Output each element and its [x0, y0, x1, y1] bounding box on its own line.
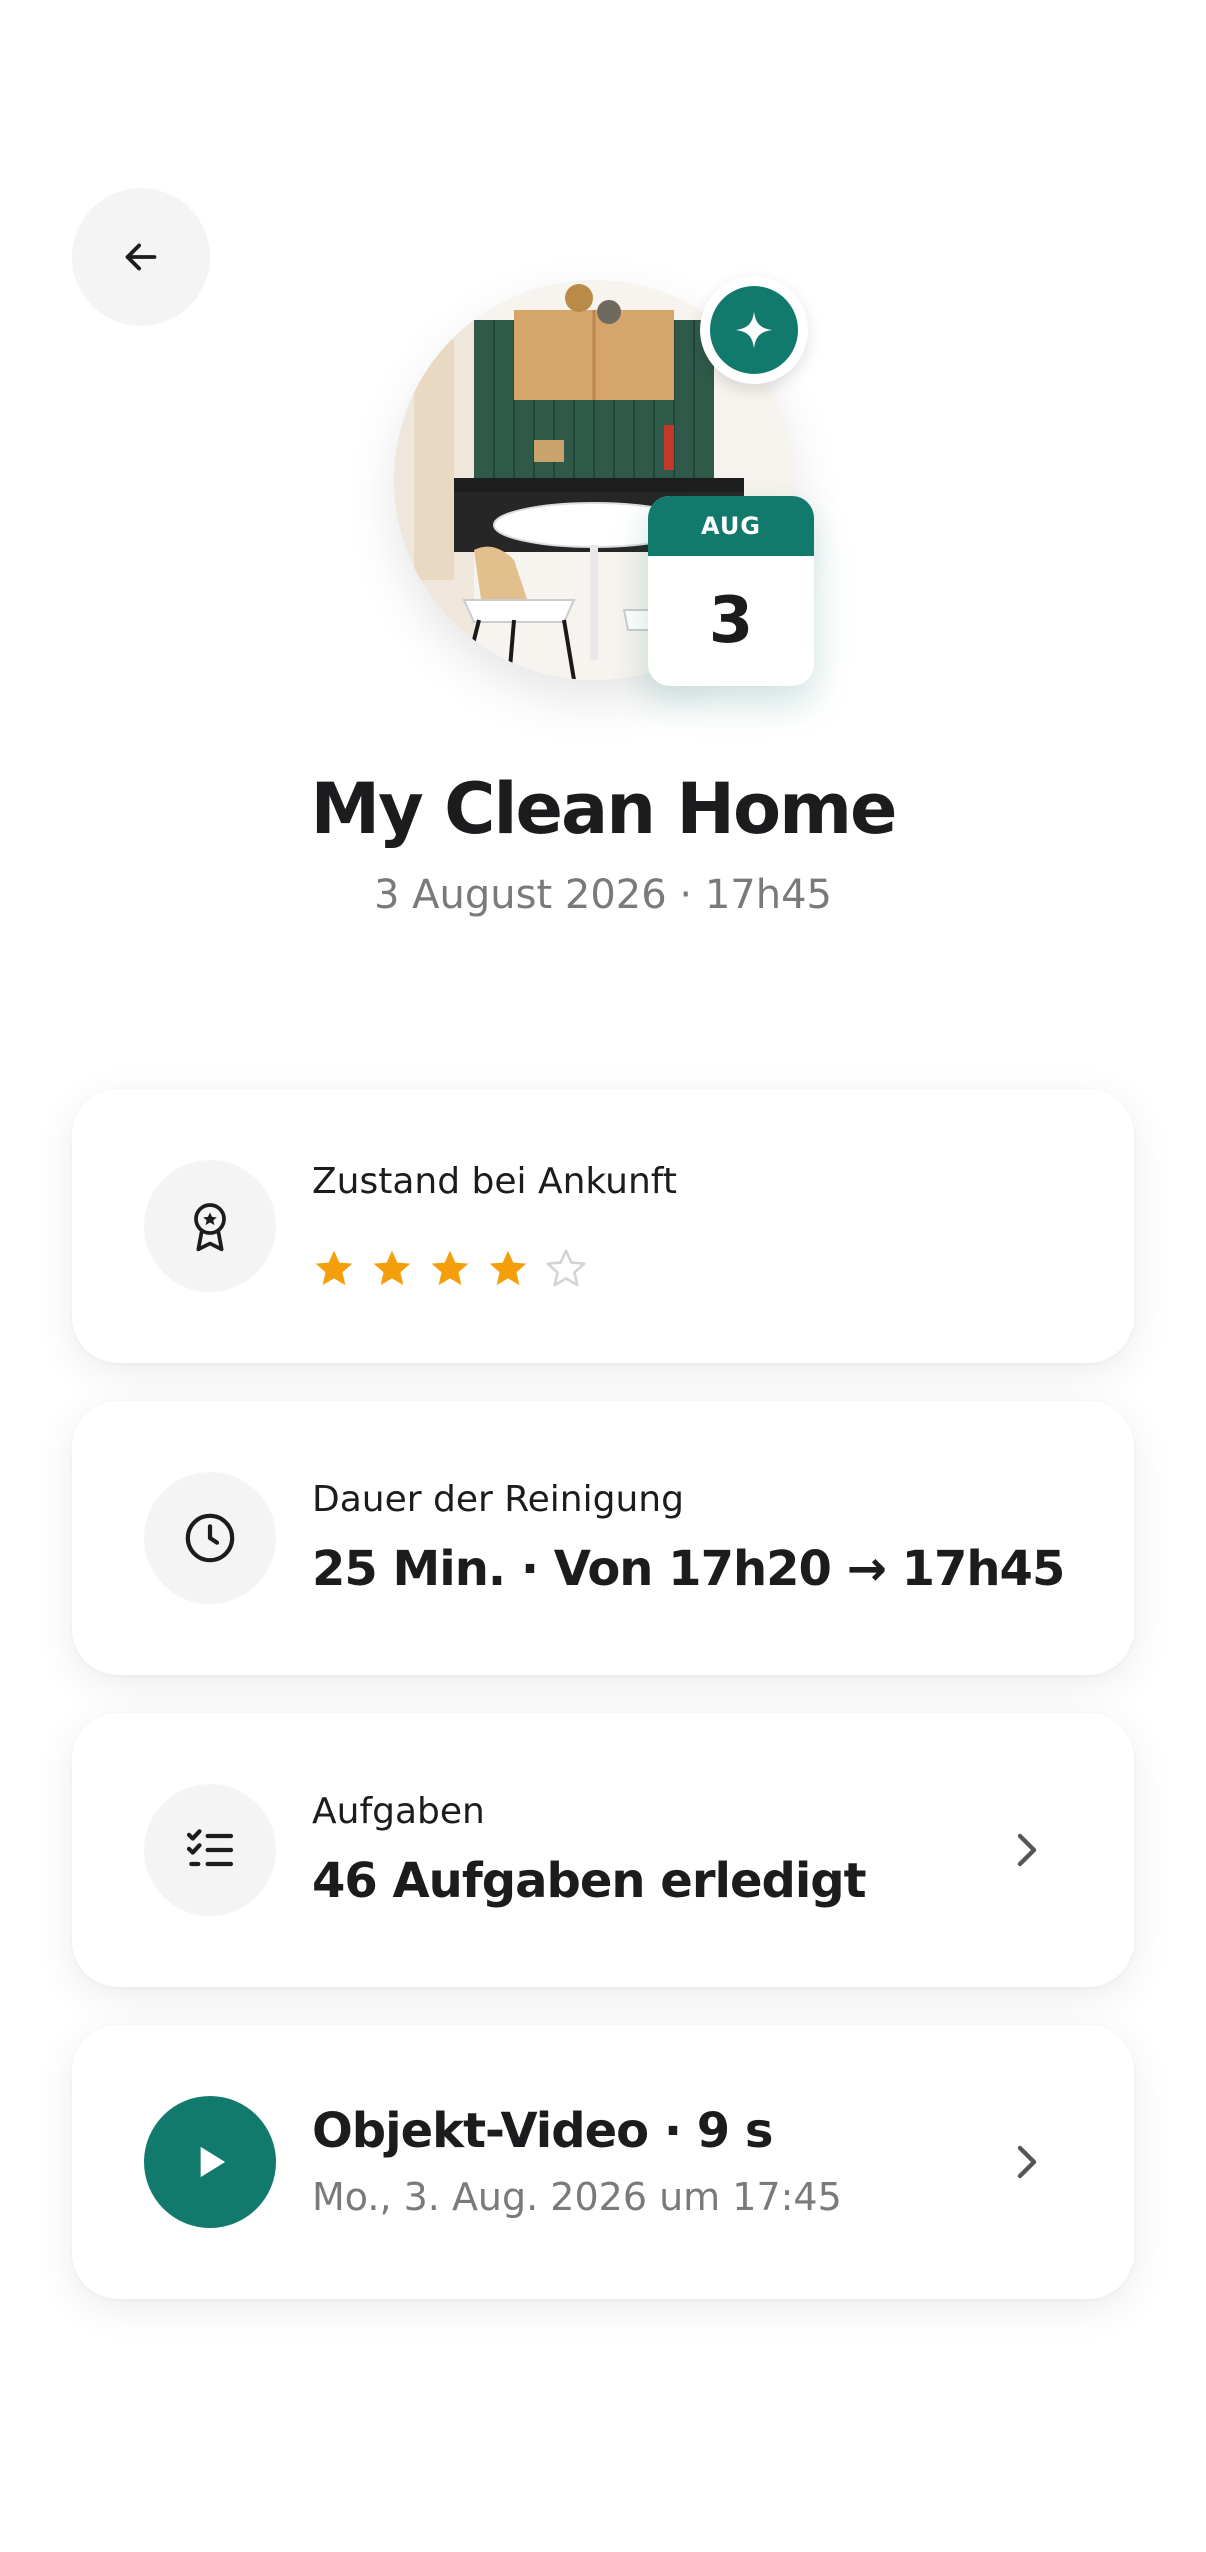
award-ribbon-icon: [194, 1203, 226, 1252]
star-filled-icon: [431, 1250, 469, 1286]
duration-icon-wrap: [144, 1472, 276, 1604]
checklist-icon: [186, 1829, 234, 1867]
sparkle-icon: [735, 311, 773, 349]
video-card[interactable]: Objekt-Video · 9 s Mo., 3. Aug. 2026 um …: [72, 2025, 1134, 2299]
clock-icon: [185, 1513, 235, 1563]
duration-card: Dauer der Reinigung 25 Min. · Von 17h20 …: [72, 1401, 1134, 1675]
arrow-left-icon: [125, 243, 157, 271]
tasks-value: 46 Aufgaben erledigt: [312, 1853, 867, 1909]
chevron-right-icon: [1017, 2145, 1037, 2179]
calendar-month: AUG: [648, 496, 814, 556]
sparkle-badge: [700, 276, 808, 384]
chevron-right-icon: [1017, 1833, 1037, 1867]
page-subtitle-datetime: 3 August 2026 · 17h45: [374, 872, 832, 918]
star-filled-icon: [489, 1250, 527, 1286]
calendar-day: 3: [708, 584, 754, 658]
tasks-icon-wrap: [144, 1784, 276, 1916]
video-title: Objekt-Video · 9 s: [312, 2103, 773, 2159]
page-title: My Clean Home: [310, 768, 897, 850]
play-button[interactable]: [144, 2096, 276, 2228]
duration-value: 25 Min. · Von 17h20 → 17h45: [312, 1541, 1065, 1597]
condition-icon-wrap: [144, 1160, 276, 1292]
property-hero: AUG 3: [390, 276, 814, 696]
condition-card: Zustand bei Ankunft: [72, 1089, 1134, 1363]
back-button[interactable]: [72, 188, 210, 326]
video-meta: Mo., 3. Aug. 2026 um 17:45: [312, 2175, 842, 2219]
tasks-label: Aufgaben: [312, 1791, 485, 1832]
condition-label: Zustand bei Ankunft: [312, 1161, 677, 1202]
star-rating: [312, 1247, 588, 1291]
calendar-badge: AUG 3: [648, 496, 814, 686]
tasks-card[interactable]: Aufgaben 46 Aufgaben erledigt: [72, 1713, 1134, 1987]
star-filled-icon: [315, 1250, 353, 1286]
star-empty-icon: [546, 1249, 586, 1287]
play-icon: [200, 2146, 226, 2178]
duration-label: Dauer der Reinigung: [312, 1479, 684, 1520]
star-filled-icon: [373, 1250, 411, 1286]
